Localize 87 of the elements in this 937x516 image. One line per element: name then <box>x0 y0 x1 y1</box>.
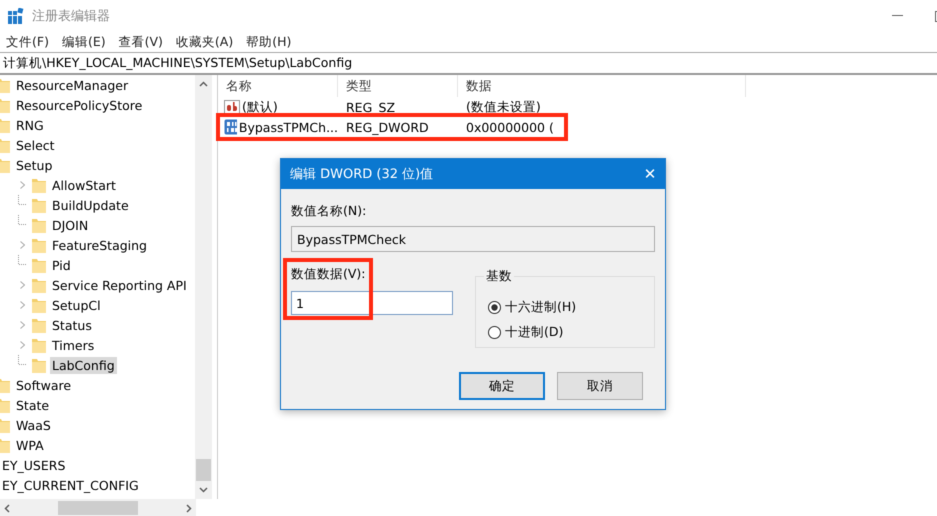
address-bar[interactable]: 计算机\HKEY_LOCAL_MACHINE\SYSTEM\Setup\LabConfig <box>0 52 937 75</box>
menu-item[interactable]: 查看(V) <box>118 32 163 52</box>
string-value-icon <box>224 99 240 115</box>
folder-icon <box>32 277 46 293</box>
column-header[interactable]: 类型 <box>338 75 458 97</box>
table-cell-text: REG_DWORD <box>345 120 430 134</box>
folder-icon <box>0 417 10 433</box>
expand-chevron-icon[interactable] <box>20 281 24 289</box>
tree-item[interactable]: State <box>14 396 52 414</box>
table-cell-text: 0x00000000 ( <box>465 120 555 134</box>
expand-chevron-icon[interactable] <box>20 341 24 349</box>
tree-item[interactable]: Service Reporting API <box>50 276 189 294</box>
tree-item[interactable]: FeatureStaging <box>50 236 149 254</box>
tree-item[interactable]: Select <box>14 136 57 154</box>
radio-label[interactable]: 十进制(D) <box>505 324 564 341</box>
folder-icon <box>0 117 10 133</box>
close-button[interactable]: ✕ <box>635 159 665 189</box>
window-title: 注册表编辑器 <box>32 8 110 25</box>
tree-item[interactable]: LabConfig <box>50 356 117 374</box>
expand-chevron-icon[interactable] <box>20 241 24 249</box>
tree-item[interactable]: SetupCl <box>50 296 103 314</box>
folder-icon <box>32 297 46 313</box>
registry-app-icon <box>8 8 24 24</box>
vertical-scrollbar[interactable] <box>195 75 212 499</box>
table-cell-text: (数值未设置) <box>465 98 542 116</box>
tree-item[interactable]: AllowStart <box>50 176 118 194</box>
tree-item[interactable]: Software <box>14 376 74 394</box>
dialog-button[interactable]: 确定 <box>459 372 545 400</box>
tree-item[interactable]: RNG <box>14 116 46 134</box>
tree-item[interactable]: Status <box>50 316 94 334</box>
folder-icon <box>0 377 10 393</box>
folder-icon <box>32 197 46 213</box>
expand-chevron-icon[interactable] <box>20 301 24 309</box>
radio-button[interactable] <box>488 326 501 339</box>
folder-icon <box>32 217 46 233</box>
folder-icon <box>0 157 10 173</box>
group-label: 基数 <box>484 268 514 285</box>
value-name-field[interactable]: BypassTPMCheck <box>291 226 655 252</box>
folder-icon <box>32 337 46 353</box>
scroll-left-icon[interactable] <box>4 504 10 512</box>
tree-item[interactable]: WaaS <box>14 416 53 434</box>
radio-label[interactable]: 十六进制(H) <box>505 299 576 316</box>
menu-item[interactable]: 收藏夹(A) <box>176 32 234 52</box>
folder-icon <box>0 397 10 413</box>
folder-icon <box>0 437 10 453</box>
value-name[interactable]: (默认) <box>242 98 278 116</box>
folder-icon <box>32 177 46 193</box>
folder-icon <box>32 317 46 333</box>
tree-item[interactable]: Timers <box>50 336 96 354</box>
tree-item[interactable]: EY_CURRENT_CONFIG <box>0 476 141 494</box>
menu-item[interactable]: 编辑(E) <box>62 32 106 52</box>
tree-item[interactable]: ResourcePolicyStore <box>14 96 144 114</box>
folder-icon <box>0 97 10 113</box>
scroll-up-icon[interactable] <box>199 81 208 87</box>
folder-icon <box>32 257 46 273</box>
column-header[interactable]: 名称 <box>218 75 338 97</box>
folder-icon <box>0 77 10 93</box>
tree-item[interactable]: Setup <box>14 156 54 174</box>
table-cell-text: REG_SZ <box>345 100 396 114</box>
field-label: 数值数据(V): <box>291 266 367 283</box>
folder-icon <box>0 137 10 153</box>
tree-item[interactable]: ResourceManager <box>14 76 130 94</box>
scrollbar-thumb[interactable] <box>196 459 212 481</box>
folder-icon <box>32 237 46 253</box>
tree-item[interactable]: Pid <box>50 256 73 274</box>
scroll-right-icon[interactable] <box>186 504 192 512</box>
tree-item[interactable]: BuildUpdate <box>50 196 131 214</box>
tree-item[interactable]: WPA <box>14 436 46 454</box>
tree-item[interactable]: DJOIN <box>50 216 90 234</box>
tree-item[interactable]: EY_USERS <box>0 456 68 474</box>
folder-icon <box>32 357 46 373</box>
expand-chevron-icon[interactable] <box>20 181 24 189</box>
value-data-field[interactable]: 1 <box>291 291 453 315</box>
field-label: 数值名称(N): <box>291 203 368 220</box>
scroll-down-icon[interactable] <box>199 487 208 493</box>
menu-item[interactable]: 文件(F) <box>6 32 49 52</box>
scrollbar-thumb[interactable] <box>58 501 138 515</box>
minimize-icon[interactable] <box>892 15 903 17</box>
binary-value-icon <box>224 119 237 135</box>
dialog-button[interactable]: 取消 <box>557 372 643 400</box>
horizontal-scrollbar[interactable] <box>0 499 196 516</box>
menu-item[interactable]: 帮助(H) <box>246 32 292 52</box>
expand-chevron-icon[interactable] <box>20 321 24 329</box>
radio-button[interactable] <box>488 301 501 314</box>
dialog-title: 编辑 DWORD (32 位)值 <box>290 166 434 183</box>
column-header[interactable]: 数据 <box>458 75 746 97</box>
value-name[interactable]: BypassTPMCh... <box>238 120 338 134</box>
